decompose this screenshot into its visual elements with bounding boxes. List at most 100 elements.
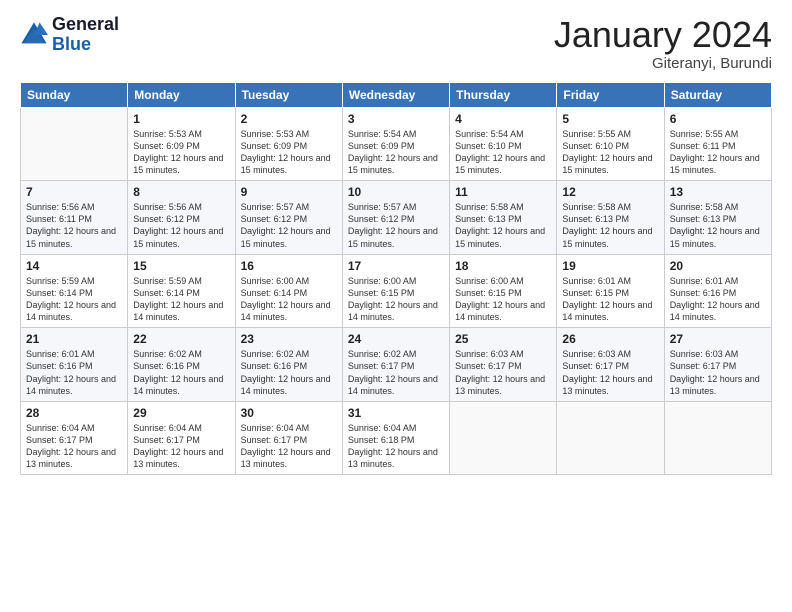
day-number: 23 [241, 332, 337, 346]
header-day-thursday: Thursday [450, 82, 557, 107]
header-day-friday: Friday [557, 82, 664, 107]
day-cell: 23 Sunrise: 6:02 AMSunset: 6:16 PMDayligh… [235, 328, 342, 402]
logo-line1: General [52, 15, 119, 35]
day-number: 26 [562, 332, 658, 346]
day-cell: 11 Sunrise: 5:58 AMSunset: 6:13 PMDayligh… [450, 181, 557, 255]
day-cell: 7Sunrise: 5:56 AMSunset: 6:11 PMDaylight… [21, 181, 128, 255]
day-info: Sunrise: 6:03 AMSunset: 6:17 PMDaylight:… [562, 348, 658, 397]
day-cell [664, 401, 771, 475]
day-number: 1 [133, 112, 229, 126]
day-number: 18 [455, 259, 551, 273]
day-cell: 17 Sunrise: 6:00 AMSunset: 6:15 PMDayligh… [342, 254, 449, 328]
header-day-sunday: Sunday [21, 82, 128, 107]
calendar-location: Giteranyi, Burundi [554, 55, 772, 72]
header-row: SundayMondayTuesdayWednesdayThursdayFrid… [21, 82, 772, 107]
day-cell: 2 Sunrise: 5:53 AMSunset: 6:09 PMDaylight… [235, 107, 342, 181]
day-number: 10 [348, 185, 444, 199]
day-number: 15 [133, 259, 229, 273]
day-info: Sunrise: 5:57 AMSunset: 6:12 PMDaylight:… [241, 201, 337, 250]
day-info: Sunrise: 6:03 AMSunset: 6:17 PMDaylight:… [670, 348, 766, 397]
day-info: Sunrise: 5:58 AMSunset: 6:13 PMDaylight:… [562, 201, 658, 250]
week-row-1: 1 Sunrise: 5:53 AMSunset: 6:09 PMDaylight… [21, 107, 772, 181]
day-info: Sunrise: 6:00 AMSunset: 6:14 PMDaylight:… [241, 275, 337, 324]
day-cell: 13 Sunrise: 5:58 AMSunset: 6:13 PMDayligh… [664, 181, 771, 255]
day-cell: 3 Sunrise: 5:54 AMSunset: 6:09 PMDaylight… [342, 107, 449, 181]
day-number: 16 [241, 259, 337, 273]
day-cell: 29 Sunrise: 6:04 AMSunset: 6:17 PMDayligh… [128, 401, 235, 475]
day-number: 22 [133, 332, 229, 346]
day-number: 27 [670, 332, 766, 346]
day-number: 31 [348, 406, 444, 420]
day-cell: 20Sunrise: 6:01 AMSunset: 6:16 PMDayligh… [664, 254, 771, 328]
calendar-page: General Blue January 2024 Giteranyi, Bur… [0, 0, 792, 612]
day-number: 11 [455, 185, 551, 199]
day-info: Sunrise: 6:04 AMSunset: 6:17 PMDaylight:… [133, 422, 229, 471]
header-day-saturday: Saturday [664, 82, 771, 107]
day-number: 29 [133, 406, 229, 420]
day-info: Sunrise: 5:57 AMSunset: 6:12 PMDaylight:… [348, 201, 444, 250]
day-number: 9 [241, 185, 337, 199]
day-info: Sunrise: 5:59 AMSunset: 6:14 PMDaylight:… [26, 275, 122, 324]
day-cell: 28Sunrise: 6:04 AMSunset: 6:17 PMDayligh… [21, 401, 128, 475]
day-info: Sunrise: 5:56 AMSunset: 6:12 PMDaylight:… [133, 201, 229, 250]
day-cell: 25Sunrise: 6:03 AMSunset: 6:17 PMDayligh… [450, 328, 557, 402]
day-info: Sunrise: 5:58 AMSunset: 6:13 PMDaylight:… [455, 201, 551, 250]
day-cell: 31 Sunrise: 6:04 AMSunset: 6:18 PMDayligh… [342, 401, 449, 475]
day-info: Sunrise: 6:04 AMSunset: 6:17 PMDaylight:… [241, 422, 337, 471]
day-cell: 21Sunrise: 6:01 AMSunset: 6:16 PMDayligh… [21, 328, 128, 402]
day-number: 19 [562, 259, 658, 273]
day-number: 14 [26, 259, 122, 273]
day-cell: 6Sunrise: 5:55 AMSunset: 6:11 PMDaylight… [664, 107, 771, 181]
day-info: Sunrise: 6:04 AMSunset: 6:18 PMDaylight:… [348, 422, 444, 471]
day-cell: 14 Sunrise: 5:59 AMSunset: 6:14 PMDayligh… [21, 254, 128, 328]
day-cell: 27 Sunrise: 6:03 AMSunset: 6:17 PMDayligh… [664, 328, 771, 402]
logo-line2: Blue [52, 35, 119, 55]
logo-icon [20, 21, 48, 49]
day-info: Sunrise: 5:53 AMSunset: 6:09 PMDaylight:… [241, 128, 337, 177]
day-number: 30 [241, 406, 337, 420]
day-cell [450, 401, 557, 475]
day-info: Sunrise: 6:01 AMSunset: 6:16 PMDaylight:… [26, 348, 122, 397]
day-number: 8 [133, 185, 229, 199]
day-info: Sunrise: 6:00 AMSunset: 6:15 PMDaylight:… [455, 275, 551, 324]
calendar-title: January 2024 [554, 15, 772, 55]
day-number: 17 [348, 259, 444, 273]
day-cell: 12 Sunrise: 5:58 AMSunset: 6:13 PMDayligh… [557, 181, 664, 255]
day-cell: 1Sunrise: 5:53 AMSunset: 6:09 PMDaylight… [128, 107, 235, 181]
day-number: 5 [562, 112, 658, 126]
day-info: Sunrise: 6:00 AMSunset: 6:15 PMDaylight:… [348, 275, 444, 324]
day-cell: 22 Sunrise: 6:02 AMSunset: 6:16 PMDayligh… [128, 328, 235, 402]
day-number: 7 [26, 185, 122, 199]
day-cell: 24 Sunrise: 6:02 AMSunset: 6:17 PMDayligh… [342, 328, 449, 402]
week-row-5: 28Sunrise: 6:04 AMSunset: 6:17 PMDayligh… [21, 401, 772, 475]
day-number: 13 [670, 185, 766, 199]
day-number: 12 [562, 185, 658, 199]
header: General Blue January 2024 Giteranyi, Bur… [20, 15, 772, 72]
day-info: Sunrise: 6:02 AMSunset: 6:17 PMDaylight:… [348, 348, 444, 397]
title-section: January 2024 Giteranyi, Burundi [554, 15, 772, 72]
day-cell: 8 Sunrise: 5:56 AMSunset: 6:12 PMDaylight… [128, 181, 235, 255]
day-info: Sunrise: 6:01 AMSunset: 6:15 PMDaylight:… [562, 275, 658, 324]
header-day-wednesday: Wednesday [342, 82, 449, 107]
day-cell: 5 Sunrise: 5:55 AMSunset: 6:10 PMDaylight… [557, 107, 664, 181]
day-cell [557, 401, 664, 475]
day-cell: 4Sunrise: 5:54 AMSunset: 6:10 PMDaylight… [450, 107, 557, 181]
day-info: Sunrise: 5:55 AMSunset: 6:10 PMDaylight:… [562, 128, 658, 177]
calendar-table: SundayMondayTuesdayWednesdayThursdayFrid… [20, 82, 772, 476]
day-number: 3 [348, 112, 444, 126]
day-number: 6 [670, 112, 766, 126]
day-info: Sunrise: 5:58 AMSunset: 6:13 PMDaylight:… [670, 201, 766, 250]
day-info: Sunrise: 5:54 AMSunset: 6:09 PMDaylight:… [348, 128, 444, 177]
day-cell: 9 Sunrise: 5:57 AMSunset: 6:12 PMDaylight… [235, 181, 342, 255]
day-info: Sunrise: 6:02 AMSunset: 6:16 PMDaylight:… [241, 348, 337, 397]
day-info: Sunrise: 6:02 AMSunset: 6:16 PMDaylight:… [133, 348, 229, 397]
day-number: 24 [348, 332, 444, 346]
header-day-tuesday: Tuesday [235, 82, 342, 107]
day-cell: 30 Sunrise: 6:04 AMSunset: 6:17 PMDayligh… [235, 401, 342, 475]
day-number: 25 [455, 332, 551, 346]
day-cell [21, 107, 128, 181]
day-info: Sunrise: 5:54 AMSunset: 6:10 PMDaylight:… [455, 128, 551, 177]
day-cell: 10 Sunrise: 5:57 AMSunset: 6:12 PMDayligh… [342, 181, 449, 255]
day-number: 2 [241, 112, 337, 126]
day-cell: 19 Sunrise: 6:01 AMSunset: 6:15 PMDayligh… [557, 254, 664, 328]
